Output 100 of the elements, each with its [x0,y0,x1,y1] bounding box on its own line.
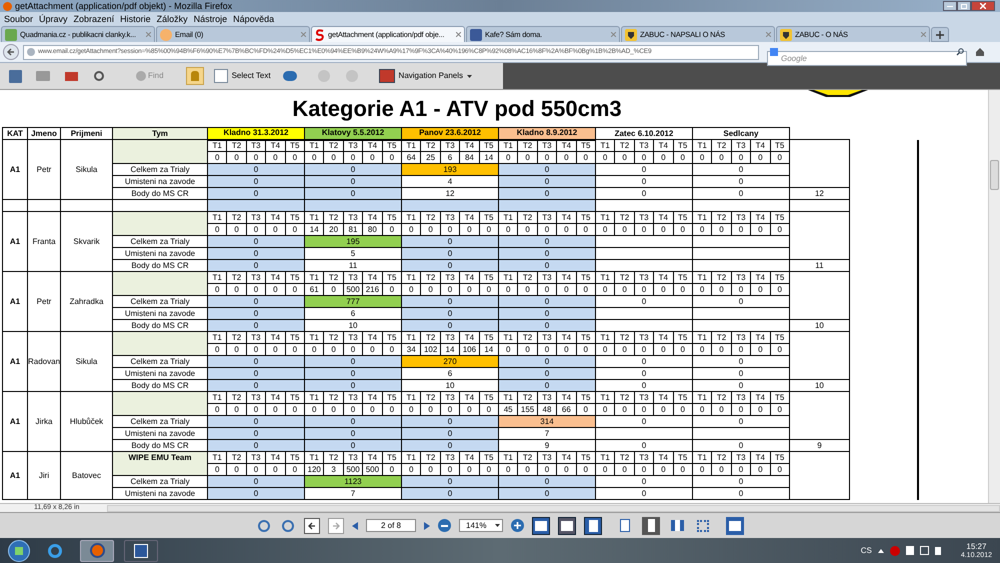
caret-icon [495,524,500,527]
table-cell: 9 [498,440,596,452]
next-page-icon[interactable] [424,522,430,530]
table-cell: 0 [498,308,596,320]
site-icon [5,28,17,40]
zoom-out-button[interactable] [438,519,451,532]
maximize-icon [961,4,967,8]
page-field[interactable]: 2 of 8 [366,519,416,532]
search-field[interactable]: Google [767,50,967,66]
caret-icon [467,74,472,78]
menu-item[interactable]: Nápověda [233,12,274,24]
table-cell: 10 [402,380,498,392]
new-tab-button[interactable] [931,27,949,42]
table-cell: 0 [208,356,305,368]
table-cell: Skvarik [60,212,112,272]
table-cell: Petr [28,272,60,332]
hand-tool-button[interactable] [186,67,204,85]
table-cell: 0 [208,260,305,272]
menu-item[interactable]: Úpravy [39,12,68,24]
table-cell: 0 [595,440,692,452]
table-cell: 6 [304,308,402,320]
fit-page-button[interactable] [584,516,602,534]
show-hidden-icons[interactable] [878,548,884,552]
table-cell: 0 [208,164,305,176]
table-cell: 0 [498,248,596,260]
zoom-in-button[interactable] [511,519,524,532]
home-icon[interactable] [975,47,985,57]
zoom-field[interactable]: 141% [459,519,503,532]
table-cell: Umisteni na zavode [112,308,208,320]
back-arrow-icon [7,48,15,56]
table-cell: Radovan [28,332,60,392]
table-cell: 0 [208,380,305,392]
table-cell: A1 [2,212,28,272]
table-cell: 0 [208,188,305,200]
table-cell: 0 [595,176,692,188]
navigation-panels-button[interactable]: Navigation Panels [378,69,472,83]
emblem-drawing [808,90,868,98]
table-cell: 0 [595,296,692,308]
vertical-scrollbar[interactable] [988,90,1000,503]
close-button[interactable] [971,1,995,11]
fullscreen-button[interactable] [726,516,744,534]
maximize-button[interactable] [957,1,971,11]
event-header: Panov 23.6.2012 [402,128,498,140]
language-indicator[interactable]: CS [860,544,872,556]
table-cell: 0 [498,296,596,308]
plus-icon [514,522,521,529]
actual-size-button[interactable] [532,516,550,534]
table-cell: 0 [304,428,402,440]
next-view-button[interactable] [328,518,344,534]
previous-view-button[interactable] [304,518,320,534]
google-icon [770,48,778,56]
table-cell: Body do MS CR [112,320,208,332]
table-cell: Franta [28,212,60,272]
table-cell: 0 [402,488,498,500]
close-tab-icon[interactable] [456,32,461,37]
table-cell: Body do MS CR [112,188,208,200]
menu-item[interactable]: Historie [120,12,151,24]
table-cell: 10 [789,380,850,392]
right-arrow-icon [332,522,340,530]
table-cell: Body do MS CR [112,260,208,272]
table-cell: Jirka [28,392,60,452]
table-cell: 0 [304,164,402,176]
fit-width-button[interactable] [558,516,576,534]
table-cell: 0 [692,356,790,368]
rotate-left-button[interactable] [256,518,272,534]
table-cell: 6 [402,368,498,380]
table-cell: 0 [402,260,498,272]
start-button[interactable] [8,540,30,562]
close-icon [980,3,986,9]
back-button[interactable] [3,44,19,60]
table-cell: 0 [304,368,402,380]
table-cell: 0 [692,176,790,188]
table-cell: 0 [402,236,498,248]
select-text-button[interactable]: Select Text [214,69,271,83]
table-cell: 12 [789,188,850,200]
table-cell: 0 [402,428,498,440]
minimize-button[interactable] [943,1,957,11]
table-cell: 193 [402,164,498,176]
window-title: getAttachment (application/pdf objekt) - Mozilla Firefox [15,0,232,12]
event-header: Zatec 6.10.2012 [595,128,692,140]
continuous-button[interactable] [642,516,660,534]
previous-page-icon[interactable] [352,522,358,530]
table-cell: Umisteni na zavode [112,488,208,500]
menu-item[interactable]: Zobrazení [74,12,114,24]
menu-item[interactable]: Záložky [156,12,188,24]
rotate-right-button[interactable] [280,518,296,534]
table-cell: Celkem za Trialy [112,476,208,488]
save-button[interactable] [6,67,24,85]
network-icon[interactable] [920,546,929,555]
shield-icon [625,28,637,40]
menu-item[interactable]: Nástroje [194,12,228,24]
table-cell: 0 [208,476,305,488]
horizontal-scrollbar[interactable] [107,504,1000,512]
table-cell: Zahradka [60,272,112,332]
table-cell: 0 [595,368,692,380]
table-cell: 0 [208,428,305,440]
table-cell: 0 [692,296,790,308]
menu-item[interactable]: Soubor [4,12,34,24]
column-header: Jmeno [28,128,60,140]
table-cell: Celkem za Trialy [112,416,208,428]
